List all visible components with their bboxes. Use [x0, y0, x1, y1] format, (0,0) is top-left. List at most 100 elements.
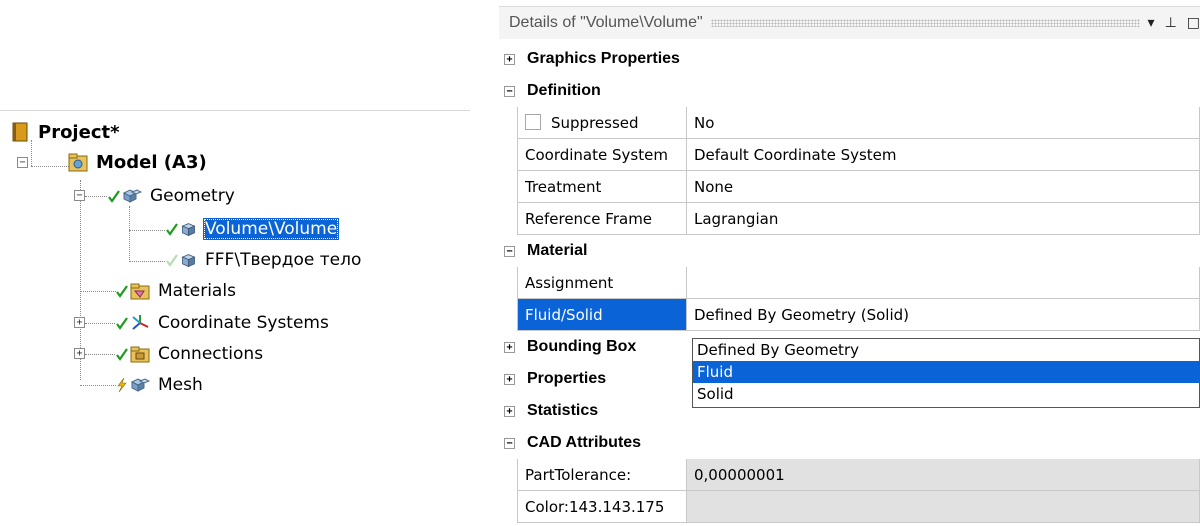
details-title: Details of "Volume\Volume"	[509, 14, 703, 31]
outline-tree: − − + + Project* Model (A3) Geometry Vol…	[0, 110, 470, 410]
tree-connector	[85, 354, 115, 355]
tree-connector	[129, 206, 130, 262]
prop-value[interactable]: Lagrangian	[687, 203, 1200, 235]
project-book-icon	[12, 122, 28, 142]
prop-value	[687, 491, 1200, 523]
check-icon	[116, 285, 128, 298]
prop-value[interactable]: Default Coordinate System	[687, 139, 1200, 171]
section-cad-attributes[interactable]: − CAD Attributes	[504, 427, 1200, 459]
tree-label-coordinate-systems: Coordinate Systems	[158, 313, 329, 333]
tree-item-coordinate-systems[interactable]: Coordinate Systems	[116, 309, 331, 337]
prop-name: PartTolerance:	[517, 459, 687, 491]
tree-label-volume: Volume\Volume	[203, 218, 340, 240]
mesh-icon	[130, 378, 150, 392]
section-label: Bounding Box	[527, 338, 637, 355]
prop-name: Fluid/Solid	[517, 299, 687, 331]
collapse-toggle[interactable]: −	[504, 246, 515, 257]
collapse-toggle[interactable]: −	[504, 438, 515, 449]
header-grip[interactable]	[710, 19, 1140, 27]
section-label: Graphics Properties	[527, 50, 680, 67]
tree-connector	[129, 261, 165, 262]
tree-connector	[85, 323, 115, 324]
tree-label-project: Project*	[38, 121, 120, 143]
tree-item-geometry[interactable]: Geometry	[108, 182, 237, 210]
tree-item-materials[interactable]: Materials	[116, 277, 238, 305]
section-label: Definition	[527, 82, 601, 99]
prop-reference-frame[interactable]: Reference Frame Lagrangian	[517, 203, 1200, 235]
prop-suppressed[interactable]: Suppressed No	[517, 107, 1200, 139]
section-graphics-properties[interactable]: + Graphics Properties	[504, 43, 1200, 75]
prop-value[interactable]: No	[687, 107, 1200, 139]
details-header: Details of "Volume\Volume" ▾ ⊥ □	[499, 6, 1200, 39]
prop-assignment[interactable]: Assignment	[517, 267, 1200, 299]
tree-item-connections[interactable]: Connections	[116, 340, 265, 368]
dropdown-option-defined-by-geometry[interactable]: Defined By Geometry	[693, 339, 1199, 361]
tree-connector	[129, 230, 165, 231]
expand-coordinate-systems-toggle[interactable]: +	[74, 317, 85, 328]
collapse-geometry-toggle[interactable]: −	[74, 190, 85, 201]
prop-fluid-solid[interactable]: Fluid/Solid Defined By Geometry (Solid)	[517, 299, 1200, 331]
fluid-solid-select[interactable]: Defined By Geometry (Solid)	[687, 299, 1200, 331]
expand-toggle[interactable]: +	[504, 406, 515, 417]
fluid-solid-dropdown-list[interactable]: Defined By Geometry Fluid Solid	[692, 338, 1200, 408]
body-cube-icon	[181, 222, 196, 236]
prop-treatment[interactable]: Treatment None	[517, 171, 1200, 203]
section-definition[interactable]: − Definition	[504, 75, 1200, 107]
expand-toggle[interactable]: +	[504, 374, 515, 385]
section-material[interactable]: − Material	[504, 235, 1200, 267]
section-label: Material	[527, 242, 588, 259]
check-icon	[108, 190, 120, 203]
check-icon	[166, 223, 178, 236]
materials-folder-icon	[130, 283, 150, 300]
connections-folder-icon	[130, 346, 150, 363]
prop-value[interactable]	[687, 267, 1200, 299]
tree-item-project[interactable]: Project*	[10, 118, 122, 146]
geometry-icon	[122, 189, 142, 203]
lightning-icon	[117, 378, 127, 392]
section-label: CAD Attributes	[527, 434, 642, 451]
maximize-icon[interactable]: □	[1187, 15, 1200, 31]
prop-value: 0,00000001	[687, 459, 1200, 491]
expand-toggle[interactable]: +	[504, 342, 515, 353]
tree-connector	[80, 291, 116, 292]
tree-label-mesh: Mesh	[158, 375, 203, 395]
section-label: Statistics	[527, 402, 599, 419]
tree-label-materials: Materials	[158, 281, 236, 301]
prop-coordinate-system[interactable]: Coordinate System Default Coordinate Sys…	[517, 139, 1200, 171]
prop-value[interactable]: None	[687, 171, 1200, 203]
expand-connections-toggle[interactable]: +	[74, 348, 85, 359]
prop-name: Color:143.143.175	[517, 491, 687, 523]
dropdown-option-solid[interactable]: Solid	[693, 383, 1199, 405]
tree-item-mesh[interactable]: Mesh	[116, 371, 205, 399]
prop-name: Suppressed	[517, 107, 687, 139]
tree-item-solid-body[interactable]: FFF\Твердое тело	[166, 246, 363, 274]
tree-label-geometry: Geometry	[150, 186, 235, 206]
collapse-model-toggle[interactable]: −	[17, 157, 28, 168]
prop-name: Assignment	[517, 267, 687, 299]
coordinate-axes-icon	[132, 315, 149, 330]
prop-name: Coordinate System	[517, 139, 687, 171]
body-cube-icon	[181, 253, 196, 267]
tree-connector	[80, 385, 116, 386]
prop-color[interactable]: Color:143.143.175	[517, 491, 1200, 523]
tree-top-border	[0, 110, 470, 111]
tree-label-connections: Connections	[158, 344, 264, 364]
pin-icon[interactable]: ⊥	[1165, 15, 1177, 31]
faded-check-icon	[166, 254, 178, 267]
details-panel: Details of "Volume\Volume" ▾ ⊥ □ + Graph…	[499, 0, 1200, 526]
suppressed-checkbox[interactable]	[525, 114, 541, 130]
expand-toggle[interactable]: +	[504, 54, 515, 65]
section-label: Properties	[527, 370, 607, 387]
prop-name: Treatment	[517, 171, 687, 203]
dropdown-option-fluid[interactable]: Fluid	[693, 361, 1199, 383]
tree-connector	[85, 196, 107, 197]
tree-item-volume[interactable]: Volume\Volume	[166, 215, 340, 243]
prop-name: Reference Frame	[517, 203, 687, 235]
tree-label-solid-body: FFF\Твердое тело	[205, 250, 362, 270]
tree-label-model: Model (A3)	[96, 151, 207, 173]
collapse-toggle[interactable]: −	[504, 86, 515, 97]
tree-item-model[interactable]: Model (A3)	[68, 148, 209, 176]
prop-part-tolerance[interactable]: PartTolerance: 0,00000001	[517, 459, 1200, 491]
panel-options-icon[interactable]: ▾	[1148, 15, 1155, 31]
check-icon	[116, 348, 128, 361]
